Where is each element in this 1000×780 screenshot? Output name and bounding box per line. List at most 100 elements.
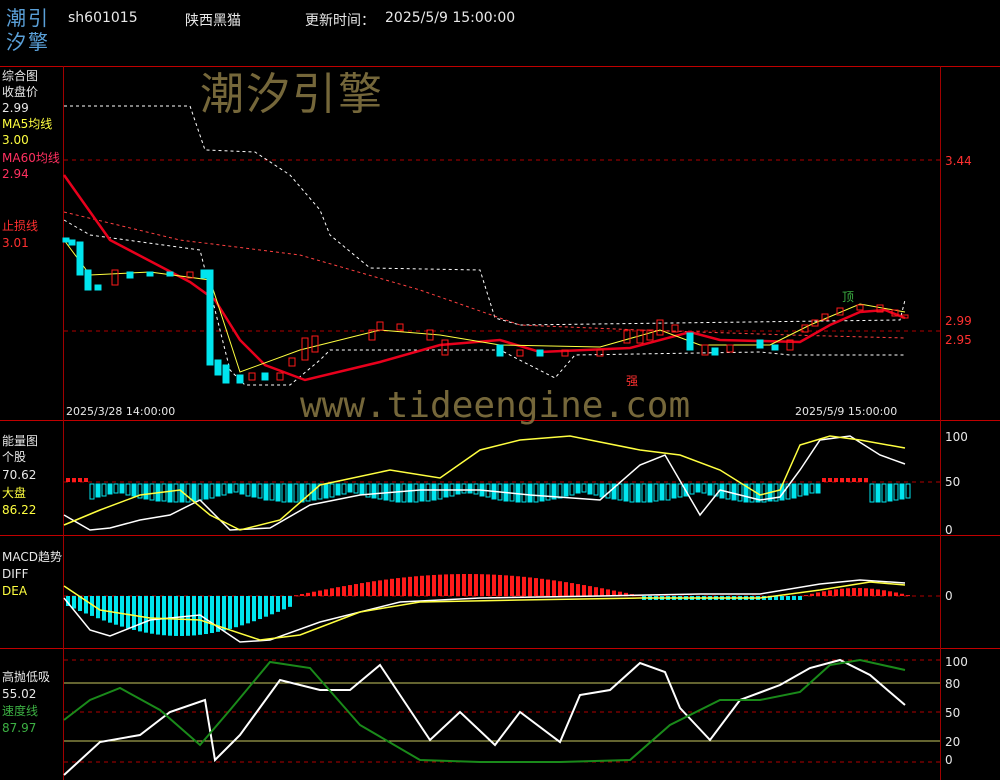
candle — [236, 374, 244, 384]
energy-bar — [377, 483, 383, 500]
energy-bar — [341, 483, 347, 495]
candle — [126, 271, 134, 279]
stock-energy-label: 个股 — [2, 450, 27, 464]
tide-tick: 20 — [945, 735, 961, 749]
macd-bar — [384, 579, 388, 596]
energy-bar — [203, 483, 209, 500]
macd-bar — [576, 584, 580, 596]
macd-bar — [294, 595, 298, 597]
energy-bar — [461, 483, 467, 494]
energy-bar — [893, 483, 899, 501]
brand-watermark: 潮汐引擎 — [200, 69, 384, 120]
macd-bar — [360, 583, 364, 596]
tide-value: 55.02 — [2, 687, 37, 701]
candle — [856, 304, 864, 311]
macd-title: MACD趋势 — [2, 550, 62, 564]
energy-bar — [197, 483, 203, 501]
energy-bar — [557, 483, 563, 499]
macd-bar — [330, 588, 334, 596]
candle — [111, 269, 119, 286]
macd-bar — [174, 596, 178, 636]
macd-bar — [414, 576, 418, 596]
macd-bar — [258, 596, 262, 620]
macd-bar — [126, 596, 130, 629]
energy-bar — [263, 483, 269, 501]
energy-bar — [89, 483, 95, 500]
candle — [248, 372, 256, 381]
candle — [62, 237, 70, 243]
diff-label: DIFF — [2, 567, 29, 581]
energy-bar — [587, 483, 593, 495]
candle — [536, 349, 544, 357]
energy-bar — [221, 483, 227, 496]
energy-bar — [185, 483, 191, 503]
energy-bar — [533, 483, 539, 503]
end-date: 2025/5/9 15:00:00 — [795, 405, 898, 418]
tide-tick: 100 — [945, 655, 968, 669]
macd-bar — [288, 596, 292, 607]
tide-tick: 80 — [945, 677, 961, 691]
energy-bar — [215, 483, 221, 497]
ma5-line — [63, 239, 906, 373]
price-tick: 2.95 — [945, 333, 972, 347]
macd-bar — [552, 580, 556, 596]
macd-bar — [72, 596, 76, 609]
energy-bar — [899, 483, 905, 500]
ma5-label: MA5均线 — [2, 117, 53, 131]
market-energy-line — [63, 435, 906, 531]
energy-bar — [233, 483, 239, 493]
macd-bar — [462, 574, 466, 596]
energy-bar — [797, 483, 803, 497]
macd-bar — [840, 588, 844, 596]
stock-energy-line — [63, 435, 906, 531]
main-panel-title: 综合图 — [2, 69, 39, 83]
tide-tick: 50 — [945, 706, 961, 720]
macd-bar — [312, 591, 316, 596]
energy-bar — [864, 478, 868, 482]
candle — [656, 319, 664, 336]
energy-bar — [749, 483, 755, 503]
energy-bar — [353, 483, 359, 494]
macd-bar — [846, 588, 850, 596]
macd-bar — [84, 596, 88, 614]
energy-bar — [858, 478, 862, 482]
macd-bar — [150, 596, 154, 634]
candle — [686, 332, 694, 351]
macd-bar — [438, 574, 442, 596]
candle — [701, 344, 709, 356]
close-value: 2.99 — [2, 101, 29, 115]
candle — [76, 241, 84, 276]
energy-bar — [641, 483, 647, 503]
macd-bar — [834, 589, 838, 596]
macd-bar — [318, 590, 322, 596]
candle — [711, 347, 719, 356]
energy-bar — [695, 483, 701, 493]
macd-bar — [270, 596, 274, 615]
energy-bar — [173, 483, 179, 503]
macd-bar — [516, 576, 520, 596]
energy-bar — [828, 478, 832, 482]
macd-bar — [366, 582, 370, 596]
macd-bar — [534, 578, 538, 596]
energy-bar — [671, 483, 677, 499]
macd-bar — [426, 575, 430, 596]
macd-bar — [474, 574, 478, 596]
energy-bar — [293, 483, 299, 503]
price-tick: 3.44 — [945, 154, 972, 168]
market-energy-label: 大盘 — [2, 486, 27, 500]
macd-bar — [108, 596, 112, 623]
energy-bar — [371, 483, 377, 499]
macd-bar — [588, 586, 592, 596]
energy-bar — [881, 483, 887, 503]
macd-bar — [228, 596, 232, 629]
macd-bar — [282, 596, 286, 610]
speed-line — [63, 658, 906, 763]
energy-bar — [803, 483, 809, 496]
energy-bar — [269, 483, 275, 501]
macd-bar — [342, 586, 346, 596]
energy-bar — [419, 483, 425, 502]
macd-bar — [210, 596, 214, 634]
energy-bar — [707, 483, 713, 496]
energy-bar — [437, 483, 443, 500]
macd-bar — [852, 588, 856, 596]
